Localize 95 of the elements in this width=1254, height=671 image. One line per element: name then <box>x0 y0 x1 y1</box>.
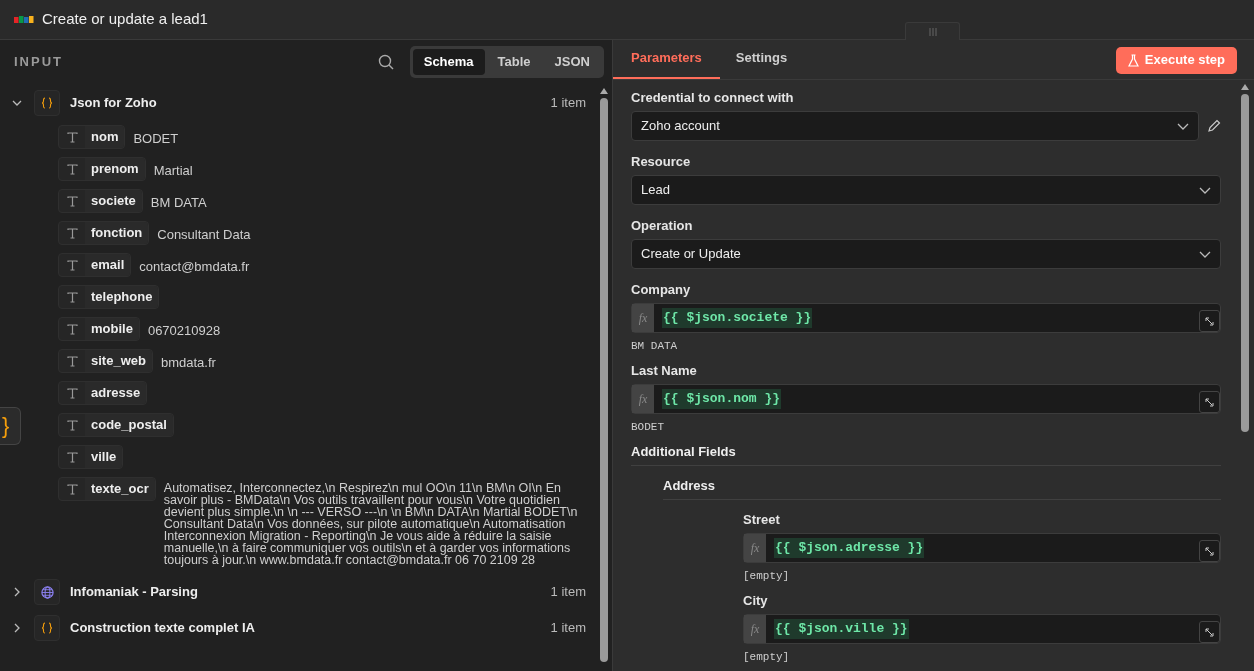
expression-field[interactable]: fx {{ $json.nom }} <box>631 384 1221 414</box>
text-type-icon <box>66 483 78 495</box>
field-value: BM DATA <box>150 194 207 212</box>
field-value: 0670210928 <box>147 322 221 340</box>
field-value: Automatisez, Interconnectez,\n Respirez\n mul OO\n 11\n BM\n OI\n En savoir plus - BMData\n Vos outils travaillent pour vous\n Votre quotidien devient plus simple.\n \n --- VERSO ---\n \n BM\n DATA\n Martial BODET\n Consultant Data\n Vos données, sur pilote automatique\n Automatisation Interconnexion Migration - Reporting\n Je vous aide à réduire la saisie manuelle,\n à faire communiquer vos outils\n et à garder vos informations toujours à jour.\n www.bmdata.fr contact@bmdata.fr 06 70 2109 28 <box>163 480 579 566</box>
text-type-icon <box>66 227 78 239</box>
field-pill[interactable]: prenom <box>58 157 146 181</box>
field-pill[interactable]: code_postal <box>58 413 174 437</box>
pencil-icon[interactable] <box>1207 119 1221 133</box>
expand-icon <box>1205 397 1214 407</box>
chevron-down-icon <box>1177 122 1189 130</box>
chevron-down-icon[interactable] <box>12 100 22 106</box>
fx-icon: fx <box>744 534 766 562</box>
fx-icon: fx <box>632 385 654 413</box>
text-type-icon <box>66 259 78 271</box>
grip-icon <box>928 28 937 36</box>
panel-title: INPUT <box>14 53 63 72</box>
expression-field[interactable]: fx {{ $json.adresse }} <box>743 533 1221 563</box>
field-label: Credential to connect with <box>631 90 795 106</box>
field-label: City <box>743 593 769 609</box>
expression-result: [empty] <box>743 569 791 583</box>
text-type-icon <box>66 419 78 431</box>
field-pill[interactable]: societe <box>58 189 143 213</box>
fx-icon: fx <box>744 615 766 643</box>
chevron-right-icon[interactable] <box>14 587 20 597</box>
node-name[interactable]: Construction texte complet IA <box>70 618 255 638</box>
select-field[interactable]: Create or Update <box>631 239 1221 269</box>
field-label: Resource <box>631 154 692 170</box>
expression-result: BODET <box>631 420 665 434</box>
expression-field[interactable]: fx {{ $json.societe }} <box>631 303 1221 333</box>
scroll-up-icon[interactable] <box>1241 84 1249 90</box>
node-name[interactable]: Json for Zoho <box>70 93 157 113</box>
field-pill[interactable]: adresse <box>58 381 148 405</box>
expression-field[interactable]: fx {{ $json.ville }} <box>743 614 1221 644</box>
panel-tab[interactable]: Parameters <box>613 39 720 79</box>
item-count: 1 item <box>550 94 587 113</box>
field-pill[interactable]: site_web <box>58 349 153 373</box>
zoho-logo-icon <box>14 14 34 25</box>
text-type-icon <box>66 195 78 207</box>
open-editor-button[interactable] <box>1199 391 1220 413</box>
section-title: Additional Fields <box>631 444 1221 466</box>
scroll-up-icon[interactable] <box>600 88 608 94</box>
chevron-down-icon <box>1199 250 1211 258</box>
text-type-icon <box>66 355 78 367</box>
fx-icon: fx <box>632 304 654 332</box>
node-name[interactable]: Infomaniak - Parsing <box>70 582 198 602</box>
field-label: Company <box>631 282 692 298</box>
brace-icon: } <box>2 415 10 437</box>
field-pill[interactable]: email <box>58 253 132 277</box>
window-title: Create or update a lead1 <box>42 9 208 30</box>
chevron-right-icon[interactable] <box>14 623 20 633</box>
expand-icon <box>1205 316 1214 326</box>
expression-result: [empty] <box>743 650 791 664</box>
view-tab[interactable]: JSON <box>543 49 601 75</box>
field-label: Operation <box>631 218 694 234</box>
open-editor-button[interactable] <box>1199 621 1220 643</box>
text-type-icon <box>66 451 78 463</box>
expression-result: BM DATA <box>631 339 679 353</box>
text-type-icon <box>66 387 78 399</box>
panel-tab[interactable]: Settings <box>719 39 804 79</box>
braces-icon <box>41 622 53 634</box>
field-pill[interactable]: nom <box>58 125 126 149</box>
view-tab[interactable]: Table <box>486 49 542 75</box>
open-editor-button[interactable] <box>1199 540 1220 562</box>
flask-icon <box>1127 53 1139 67</box>
field-pill[interactable]: ville <box>58 445 124 469</box>
field-value: bmdata.fr <box>160 354 216 372</box>
view-tab[interactable]: Schema <box>412 49 485 75</box>
item-count: 1 item <box>550 583 587 602</box>
open-editor-button[interactable] <box>1199 310 1220 332</box>
field-pill[interactable]: texte_ocr <box>58 477 156 501</box>
field-label: Street <box>743 512 781 528</box>
field-pill[interactable]: fonction <box>58 221 150 245</box>
braces-icon <box>41 97 53 109</box>
text-type-icon <box>66 163 78 175</box>
search-icon[interactable] <box>377 54 394 70</box>
globe-icon <box>40 585 54 599</box>
text-type-icon <box>66 323 78 335</box>
field-pill[interactable]: telephone <box>58 285 160 309</box>
field-value: Martial <box>153 162 193 180</box>
collapsed-node-tab[interactable]: } <box>0 407 21 445</box>
chevron-down-icon <box>1199 186 1211 194</box>
item-count: 1 item <box>550 619 587 638</box>
expand-icon <box>1205 546 1214 556</box>
field-value: BODET <box>133 130 179 148</box>
field-pill[interactable]: mobile <box>58 317 140 341</box>
field-label: Last Name <box>631 363 698 379</box>
field-value: contact@bmdata.fr <box>139 258 250 276</box>
section-title: Address <box>663 478 1221 500</box>
expand-icon <box>1205 627 1214 637</box>
field-value: Consultant Data <box>157 226 251 244</box>
text-type-icon <box>66 131 78 143</box>
select-field[interactable]: Lead <box>631 175 1221 205</box>
select-field[interactable]: Zoho account <box>631 111 1199 141</box>
text-type-icon <box>66 291 78 303</box>
